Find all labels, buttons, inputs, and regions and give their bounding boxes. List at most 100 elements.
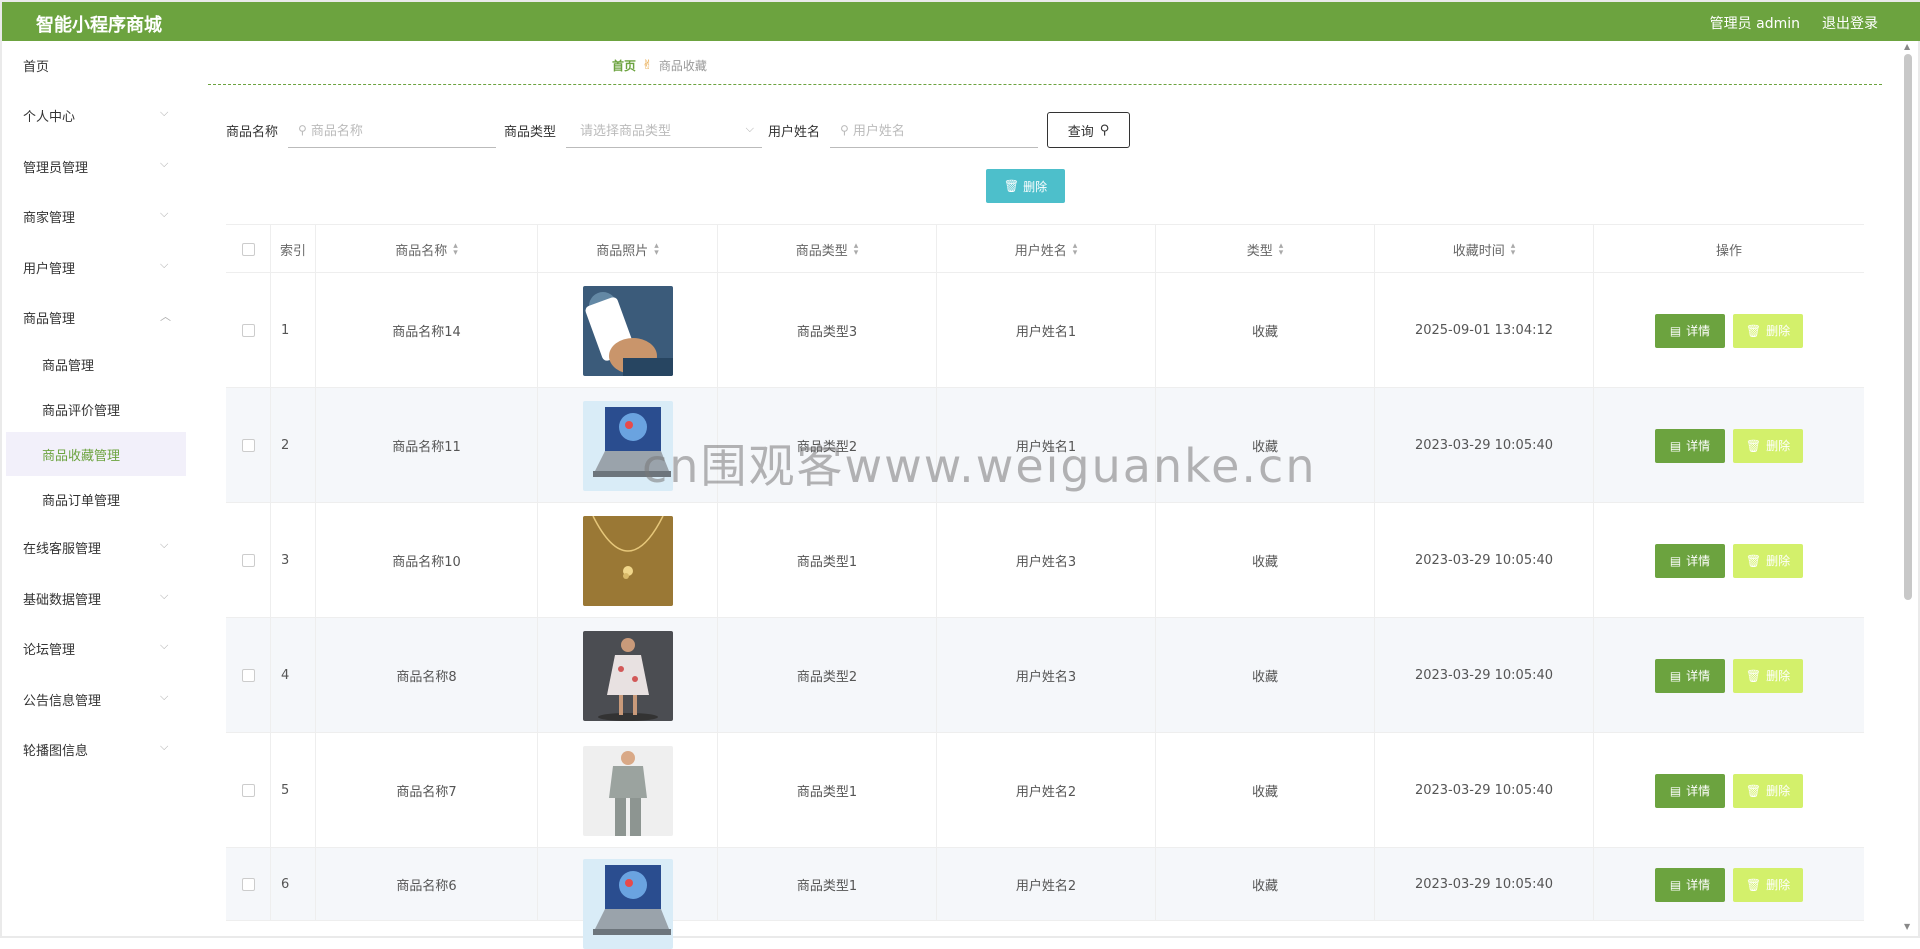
chevron-down-icon: ⌵	[745, 122, 755, 135]
sidebar-item-products[interactable]: 商品管理 ︿	[6, 296, 186, 338]
header-time[interactable]: 收藏时间 ▴ ▾	[1375, 225, 1594, 274]
sidebar-item-base-data[interactable]: 基础数据管理 ⌵	[6, 577, 186, 619]
cell-name: 商品名称10	[316, 503, 538, 618]
scrollbar[interactable]: ▲ ▼	[1904, 42, 1914, 934]
chevron-down-icon: ⌵	[160, 639, 169, 652]
sidebar-item-admins[interactable]: 管理员管理 ⌵	[6, 145, 186, 187]
row-select-cell	[226, 848, 271, 921]
sidebar-subitem-product-manage[interactable]: 商品管理	[6, 342, 186, 386]
sort-icon[interactable]: ▴ ▾	[854, 241, 859, 257]
detail-button[interactable]: ▤ 详情	[1655, 428, 1725, 463]
admin-label[interactable]: 管理员 admin	[1710, 13, 1800, 33]
logout-button[interactable]: 退出登录	[1822, 13, 1878, 33]
cell-name: 商品名称11	[316, 388, 538, 503]
sidebar-subitem-label: 商品收藏管理	[42, 449, 121, 464]
sort-icon[interactable]: ▴ ▾	[654, 241, 659, 257]
select-all-checkbox[interactable]	[241, 243, 255, 256]
sidebar-item-label: 首页	[23, 60, 50, 75]
row-checkbox[interactable]	[241, 784, 255, 797]
table-row[interactable]: 6 商品名称6 商品类型1 用户姓名2 收藏 2023-03-29 10:05:…	[226, 848, 1864, 949]
sidebar-subitem-product-orders[interactable]: 商品订单管理	[6, 477, 186, 521]
sidebar-item-label: 论坛管理	[23, 643, 76, 658]
breadcrumb-home[interactable]: 首页	[612, 57, 636, 74]
sort-icon[interactable]: ▴ ▾	[1279, 241, 1284, 257]
search-name-input[interactable]: ⚲ 商品名称	[288, 112, 497, 148]
table-row[interactable]: 3 商品名称10 商品类型1 用户姓名3 收藏 2023-03-29 10:05…	[226, 503, 1864, 618]
search-type-select[interactable]: 请选择商品类型 ⌵	[566, 112, 763, 148]
cell-kind: 收藏	[1156, 503, 1375, 618]
document-icon: ▤	[1669, 668, 1682, 683]
header-name[interactable]: 商品名称 ▴ ▾	[316, 225, 538, 274]
detail-button[interactable]: ▤ 详情	[1655, 773, 1725, 808]
row-checkbox[interactable]	[241, 439, 255, 452]
detail-button-label: 详情	[1686, 554, 1711, 568]
header-user[interactable]: 用户姓名 ▴ ▾	[937, 225, 1156, 274]
sidebar-item-carousel[interactable]: 轮播图信息 ⌵	[6, 728, 186, 770]
sidebar-item-notices[interactable]: 公告信息管理 ⌵	[6, 678, 186, 720]
scroll-up-icon[interactable]: ▲	[1904, 42, 1910, 51]
sort-icon[interactable]: ▴ ▾	[1073, 241, 1078, 257]
sidebar-item-merchants[interactable]: 商家管理 ⌵	[6, 195, 186, 237]
delete-button[interactable]: 🗑 删除	[1733, 428, 1803, 463]
product-photo[interactable]	[582, 515, 673, 606]
product-photo[interactable]	[582, 285, 673, 376]
cell-name: 商品名称6	[316, 848, 538, 921]
cell-time: 2023-03-29 10:05:40	[1375, 388, 1594, 503]
sidebar-item-users[interactable]: 用户管理 ⌵	[6, 246, 186, 288]
header-photo[interactable]: 商品照片 ▴ ▾	[538, 225, 718, 274]
header-type[interactable]: 商品类型 ▴ ▾	[718, 225, 937, 274]
sidebar-item-personal[interactable]: 个人中心 ⌵	[6, 94, 186, 136]
row-checkbox[interactable]	[241, 554, 255, 567]
row-checkbox[interactable]	[241, 878, 255, 891]
table-row[interactable]: 4 商品名称8 商品类型2 用户姓名3 收藏 2023-03-29 10:05:…	[226, 618, 1864, 733]
product-photo[interactable]	[582, 630, 673, 721]
delete-button[interactable]: 🗑 删除	[1733, 658, 1803, 693]
delete-button[interactable]: 🗑 删除	[1733, 543, 1803, 578]
document-icon: ▤	[1669, 323, 1682, 338]
document-icon: ▤	[1669, 783, 1682, 798]
header-kind[interactable]: 类型 ▴ ▾	[1156, 225, 1375, 274]
cell-type: 商品类型2	[718, 618, 937, 733]
scroll-thumb[interactable]	[1904, 54, 1912, 600]
chevron-down-icon: ⌵	[160, 106, 169, 119]
cell-time: 2023-03-29 10:05:40	[1375, 618, 1594, 733]
sidebar-item-forum[interactable]: 论坛管理 ⌵	[6, 627, 186, 669]
product-photo[interactable]	[582, 745, 673, 836]
sidebar-item-home[interactable]: 首页	[6, 44, 186, 86]
table-row[interactable]: 2 商品名称11 商品类型2 用户姓名1 收藏 2023-03-29 10:05…	[226, 388, 1864, 503]
table-row[interactable]: 5 商品名称7 商品类型1 用户姓名2 收藏 2023-03-29 10:05:…	[226, 733, 1864, 848]
sidebar-subitem-product-reviews[interactable]: 商品评价管理	[6, 387, 186, 431]
header-label: 收藏时间	[1452, 244, 1505, 259]
detail-button[interactable]: ▤ 详情	[1655, 658, 1725, 693]
row-select-cell	[226, 388, 271, 503]
sort-icon[interactable]: ▴ ▾	[1511, 241, 1516, 257]
detail-button[interactable]: ▤ 详情	[1655, 313, 1725, 348]
sidebar-subitem-label: 商品管理	[42, 359, 95, 374]
delete-button[interactable]: 🗑 删除	[1733, 867, 1803, 902]
search-user-input[interactable]: ⚲ 用户姓名	[830, 112, 1039, 148]
scroll-down-icon[interactable]: ▼	[1904, 922, 1910, 931]
app-title: 智能小程序商城	[36, 15, 162, 36]
cell-photo	[538, 618, 718, 733]
sort-icon[interactable]: ▴ ▾	[453, 241, 458, 257]
delete-button[interactable]: 🗑 删除	[1733, 313, 1803, 348]
trash-icon: 🗑	[1745, 553, 1762, 568]
query-button[interactable]: 查询 ⚲	[1047, 112, 1130, 148]
detail-button[interactable]: ▤ 详情	[1655, 543, 1725, 578]
row-checkbox[interactable]	[241, 324, 255, 337]
breadcrumb-current: 商品收藏	[658, 59, 707, 73]
document-icon: ▤	[1669, 553, 1682, 568]
cell-index: 2	[271, 388, 316, 503]
search-type-group: 商品类型 请选择商品类型 ⌵	[504, 112, 763, 148]
sidebar-item-customer-service[interactable]: 在线客服管理 ⌵	[6, 526, 186, 568]
delete-button[interactable]: 🗑 删除	[1733, 773, 1803, 808]
sidebar-subitem-product-favorites[interactable]: 商品收藏管理	[6, 432, 186, 476]
cell-type: 商品类型1	[718, 848, 937, 921]
cell-index: 3	[271, 503, 316, 618]
table-row[interactable]: 1 商品名称14 商品类型3 用户姓名1 收藏 2025-09-01 13:04…	[226, 273, 1864, 388]
product-photo[interactable]	[582, 859, 673, 949]
product-photo[interactable]	[582, 400, 673, 491]
row-checkbox[interactable]	[241, 669, 255, 682]
batch-delete-button[interactable]: 🗑 删除	[986, 169, 1065, 203]
detail-button[interactable]: ▤ 详情	[1655, 867, 1725, 902]
